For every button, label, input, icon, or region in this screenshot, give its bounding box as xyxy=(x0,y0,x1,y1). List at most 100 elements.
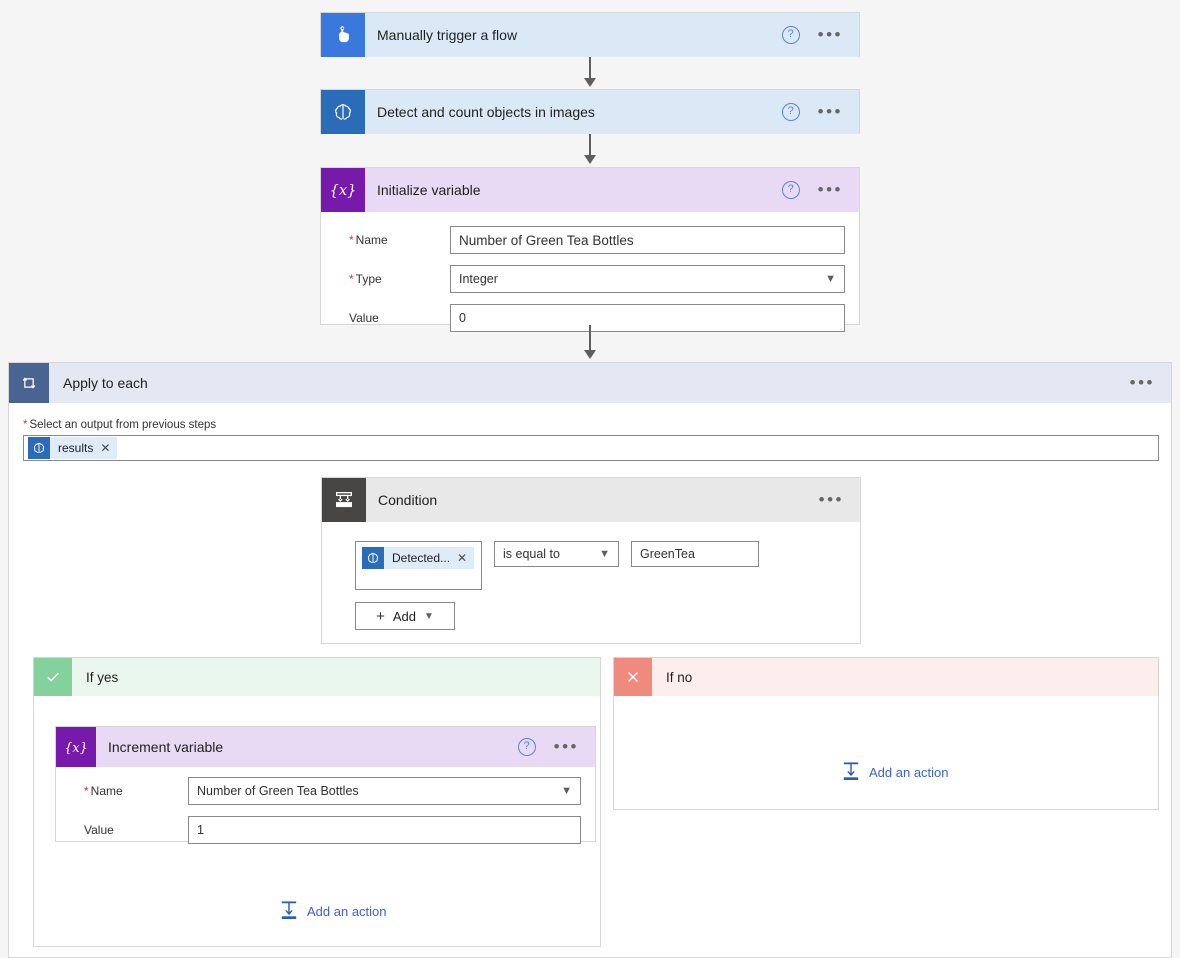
increment-value-text: 1 xyxy=(197,823,204,837)
field-label-value: Value xyxy=(349,311,379,325)
check-icon xyxy=(34,658,72,696)
if-yes-title: If yes xyxy=(86,669,119,685)
apply-to-each-header[interactable]: Apply to each ••• xyxy=(9,363,1171,403)
if-no-branch[interactable]: If no Add an action xyxy=(613,657,1159,810)
variable-name-value: Number of Green Tea Bottles xyxy=(459,232,634,248)
trigger-card-title: Manually trigger a flow xyxy=(377,27,518,43)
connector-line xyxy=(589,325,591,350)
connector-line xyxy=(589,57,591,78)
field-label-type: * Type xyxy=(349,272,382,286)
if-yes-branch[interactable]: If yes {x} Increment variable ? ••• * Na… xyxy=(33,657,601,947)
condition-card-title: Condition xyxy=(378,492,438,508)
increment-variable-title: Increment variable xyxy=(108,739,224,755)
close-icon xyxy=(614,658,652,696)
chevron-down-icon: ▼ xyxy=(599,548,610,560)
field-row-name: * Name Number of Green Tea Bottles xyxy=(335,226,845,254)
svg-text:{x}: {x} xyxy=(64,741,88,756)
overflow-menu-icon[interactable]: ••• xyxy=(554,738,579,755)
if-yes-add-action[interactable]: Add an action xyxy=(280,900,387,923)
condition-left-operand[interactable]: Detected... ✕ xyxy=(355,541,482,590)
initialize-variable-header[interactable]: {x} Initialize variable ? ••• xyxy=(321,168,859,212)
variable-type-value: Integer xyxy=(459,272,498,286)
detect-objects-card[interactable]: Detect and count objects in images ? ••• xyxy=(320,89,860,134)
condition-card-header[interactable]: Condition ••• xyxy=(322,478,860,522)
close-icon[interactable]: ✕ xyxy=(457,551,474,565)
chevron-down-icon: ▼ xyxy=(825,273,836,285)
chevron-down-icon: ▼ xyxy=(424,610,434,622)
increment-variable-card[interactable]: {x} Increment variable ? ••• * Name Numbe… xyxy=(55,726,596,844)
variable-value-text: 0 xyxy=(459,311,466,325)
required-asterisk: * xyxy=(349,272,354,286)
variable-braces-icon: {x} xyxy=(56,727,96,767)
condition-operator-dropdown[interactable]: is equal to ▼ xyxy=(494,541,619,567)
tap-hand-icon xyxy=(321,13,365,57)
output-selector-input[interactable]: results ✕ xyxy=(23,435,1159,461)
chevron-down-icon: ▼ xyxy=(561,785,572,797)
svg-text:{x}: {x} xyxy=(330,182,356,199)
overflow-menu-icon[interactable]: ••• xyxy=(818,103,843,120)
increment-variable-body: * Name Number of Green Tea Bottles ▼ Valu… xyxy=(56,767,595,856)
field-row-type: * Type Integer ▼ xyxy=(335,265,845,293)
apply-to-each-actions: ••• xyxy=(1130,374,1171,391)
increment-variable-header[interactable]: {x} Increment variable ? ••• xyxy=(56,727,595,767)
help-icon[interactable]: ? xyxy=(781,103,800,121)
apply-to-each-title: Apply to each xyxy=(63,375,148,391)
apply-to-each-scope[interactable]: Apply to each ••• * Select an output from… xyxy=(8,362,1172,958)
help-icon[interactable]: ? xyxy=(781,181,800,199)
connector-arrow xyxy=(584,78,596,87)
initialize-variable-card[interactable]: {x} Initialize variable ? ••• * Name Numb… xyxy=(320,167,860,332)
trigger-card-actions: ? ••• xyxy=(781,26,859,44)
if-yes-header: If yes xyxy=(34,658,600,696)
increment-name-value: Number of Green Tea Bottles xyxy=(197,784,359,798)
condition-right-operand-value: GreenTea xyxy=(640,547,695,561)
detect-objects-card-actions: ? ••• xyxy=(781,103,859,121)
plus-icon: + xyxy=(376,607,385,625)
required-asterisk: * xyxy=(23,419,28,431)
trigger-card[interactable]: Manually trigger a flow ? ••• xyxy=(320,12,860,57)
condition-row: Detected... ✕ is equal to ▼ GreenTea xyxy=(355,541,759,590)
condition-branch-icon xyxy=(322,478,366,522)
if-no-add-action[interactable]: Add an action xyxy=(842,761,949,784)
output-selector-group: * Select an output from previous steps re… xyxy=(23,419,1159,461)
add-action-icon xyxy=(280,900,298,923)
if-no-header: If no xyxy=(614,658,1158,696)
if-no-title: If no xyxy=(666,669,693,685)
close-icon[interactable]: ✕ xyxy=(100,441,117,455)
variable-braces-icon: {x} xyxy=(321,168,365,212)
variable-value-input[interactable]: 0 xyxy=(450,304,845,332)
token-chip-detected[interactable]: Detected... ✕ xyxy=(362,547,475,569)
field-label-name: * Name xyxy=(349,233,388,247)
increment-variable-actions: ? ••• xyxy=(517,738,595,756)
variable-type-dropdown[interactable]: Integer ▼ xyxy=(450,265,845,293)
field-label-value: Value xyxy=(84,823,114,837)
output-selector-label: * Select an output from previous steps xyxy=(23,419,217,431)
overflow-menu-icon[interactable]: ••• xyxy=(1130,374,1155,391)
overflow-menu-icon[interactable]: ••• xyxy=(818,181,843,198)
ai-brain-icon xyxy=(28,437,50,459)
connector-line xyxy=(589,134,591,155)
condition-card[interactable]: Condition ••• Detected... ✕ is equal to … xyxy=(321,477,861,644)
connector-arrow xyxy=(584,155,596,164)
field-row-value: Value 1 xyxy=(70,816,581,844)
help-icon[interactable]: ? xyxy=(517,738,536,756)
condition-add-button[interactable]: + Add ▼ xyxy=(355,602,455,630)
help-icon[interactable]: ? xyxy=(781,26,800,44)
condition-operator-value: is equal to xyxy=(503,547,560,561)
overflow-menu-icon[interactable]: ••• xyxy=(819,491,844,508)
initialize-variable-actions: ? ••• xyxy=(781,181,859,199)
field-row-name: * Name Number of Green Tea Bottles ▼ xyxy=(70,777,581,805)
ai-brain-icon xyxy=(321,90,365,134)
increment-name-dropdown[interactable]: Number of Green Tea Bottles ▼ xyxy=(188,777,581,805)
overflow-menu-icon[interactable]: ••• xyxy=(818,26,843,43)
detect-objects-card-header[interactable]: Detect and count objects in images ? ••• xyxy=(321,90,859,134)
initialize-variable-title: Initialize variable xyxy=(377,182,481,198)
condition-add-label: Add xyxy=(392,608,416,624)
ai-brain-icon xyxy=(362,547,384,569)
trigger-card-header[interactable]: Manually trigger a flow ? ••• xyxy=(321,13,859,57)
variable-name-input[interactable]: Number of Green Tea Bottles xyxy=(450,226,845,254)
loop-icon xyxy=(9,363,49,403)
condition-right-operand-input[interactable]: GreenTea xyxy=(631,541,759,567)
increment-value-input[interactable]: 1 xyxy=(188,816,581,844)
if-no-add-action-label: Add an action xyxy=(869,765,949,780)
token-chip-results[interactable]: results ✕ xyxy=(28,437,118,459)
